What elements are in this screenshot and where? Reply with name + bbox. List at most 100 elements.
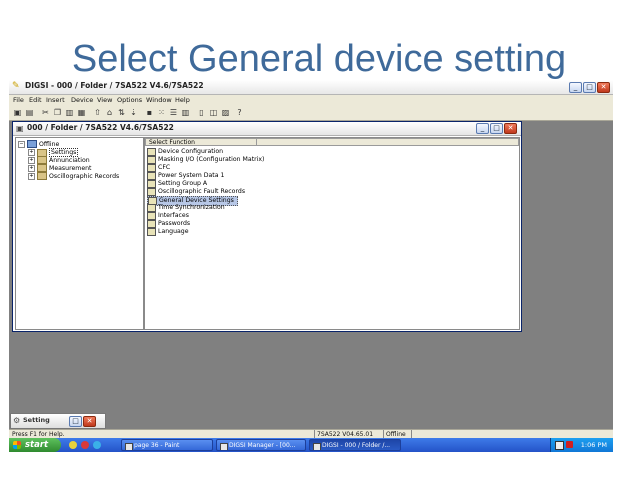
device-window-title-bar: ▣ 000 / Folder / 7SA522 V4.6/7SA522 _ □ …	[13, 122, 521, 136]
child-close-button[interactable]: ✕	[504, 123, 517, 134]
network-icon[interactable]	[555, 441, 564, 450]
expand-icon[interactable]: +	[28, 164, 35, 172]
digsi-app-icon: ✎	[12, 81, 20, 91]
interfaces-icon	[147, 212, 156, 220]
tree-item-annunciation[interactable]: + Annunciation	[28, 156, 90, 164]
measurement-icon	[37, 164, 47, 172]
menu-window[interactable]: Window	[146, 96, 172, 104]
save-icon[interactable]: ▣	[13, 108, 22, 117]
maximize-button[interactable]: □	[583, 82, 596, 93]
clock-icon	[147, 204, 156, 212]
tree-item-offline[interactable]: − Offline	[18, 140, 59, 148]
details-icon[interactable]: ▥	[181, 108, 190, 117]
digsi-screenshot: ✎ DIGSI - 000 / Folder / 7SA522 V4.6/7SA…	[9, 80, 613, 452]
function-item[interactable]: CFC	[147, 164, 170, 172]
cut-icon[interactable]: ✂	[41, 108, 50, 117]
menu-view[interactable]: View	[97, 96, 112, 104]
online-icon[interactable]: ◫	[209, 108, 218, 117]
cfc-icon	[147, 164, 156, 172]
list-icon[interactable]: ☰	[169, 108, 178, 117]
function-item[interactable]: Setting Group A	[147, 180, 207, 188]
device-window-title: 000 / Folder / 7SA522 V4.6/7SA522	[27, 123, 174, 132]
filter-icon[interactable]: ⇣	[129, 108, 138, 117]
status-divider	[383, 430, 384, 438]
menu-insert[interactable]: Insert	[46, 96, 65, 104]
function-item[interactable]: Device Configuration	[147, 148, 223, 156]
key-icon	[147, 220, 156, 228]
collapse-icon[interactable]: −	[18, 140, 25, 148]
mini-restore-button[interactable]: □	[69, 416, 82, 427]
status-divider	[314, 430, 315, 438]
function-item[interactable]: Power System Data 1	[147, 172, 224, 180]
function-list: Select Function Device Configuration Mas…	[144, 137, 520, 330]
windows-logo-icon	[13, 441, 21, 449]
child-minimize-button[interactable]: _	[476, 123, 489, 134]
function-item[interactable]: Passwords	[147, 220, 190, 228]
device-icon[interactable]: ▯	[197, 108, 206, 117]
app-title: DIGSI - 000 / Folder / 7SA522 V4.6/7SA52…	[25, 81, 204, 90]
device-window: ▣ 000 / Folder / 7SA522 V4.6/7SA522 _ □ …	[12, 121, 522, 332]
digsi-icon	[313, 443, 321, 450]
language-icon	[147, 228, 156, 236]
minimized-setting-window[interactable]: ⚙ Setting □ ✕	[10, 413, 106, 429]
expand-icon[interactable]: +	[28, 172, 35, 180]
large-icons-icon[interactable]: ▪	[145, 108, 154, 117]
menu-bar: File Edit Insert Device View Options Win…	[9, 95, 613, 106]
slide-title: Select General device setting	[71, 38, 567, 80]
taskbar: start page 36 - Paint DIGSI Manager - [0…	[9, 438, 613, 452]
device-configuration-icon	[147, 148, 156, 156]
function-column-header[interactable]: Select Function	[145, 138, 257, 146]
navigation-tree: − Offline + Settings + Annunciation + Me…	[15, 137, 144, 330]
tree-item-measurement[interactable]: + Measurement	[28, 164, 91, 172]
quicklaunch-desktop-icon[interactable]	[93, 441, 101, 449]
help-pointer-icon[interactable]: ?	[235, 108, 244, 117]
function-item[interactable]: Oscillographic Fault Records	[147, 188, 245, 196]
small-icons-icon[interactable]: ⁙	[157, 108, 166, 117]
function-item[interactable]: Interfaces	[147, 212, 189, 220]
oscillographic-records-icon	[37, 172, 47, 180]
device-icon	[27, 140, 37, 148]
menu-edit[interactable]: Edit	[29, 96, 42, 104]
antivirus-icon[interactable]	[566, 441, 573, 448]
child-maximize-button[interactable]: □	[490, 123, 503, 134]
properties-icon[interactable]: ▦	[77, 108, 86, 117]
setting-group-icon	[147, 180, 156, 188]
tool-icon[interactable]: ⌂	[105, 108, 114, 117]
copy-icon[interactable]: ❐	[53, 108, 62, 117]
menu-options[interactable]: Options	[117, 96, 142, 104]
system-tray: 1:06 PM	[550, 438, 613, 452]
digsi-icon	[220, 443, 228, 450]
function-item[interactable]: Masking I/O (Configuration Matrix)	[147, 156, 264, 164]
quicklaunch-ie-icon[interactable]	[69, 441, 77, 449]
quicklaunch-media-icon[interactable]	[81, 441, 89, 449]
toolbar: ▣ ▤ ✂ ❐ ▥ ▦ ⇧ ⌂ ⇅ ⇣ ▪ ⁙ ☰ ▥ ▯ ◫ ▨ ?	[9, 106, 613, 121]
fault-records-icon	[147, 188, 156, 196]
function-item[interactable]: Language	[147, 228, 189, 236]
expand-icon[interactable]: +	[28, 156, 35, 164]
minimize-button[interactable]: _	[569, 82, 582, 93]
function-header-filler	[257, 138, 519, 146]
task-paint[interactable]: page 36 - Paint	[121, 439, 213, 451]
annunciation-icon	[37, 156, 47, 164]
clock: 1:06 PM	[580, 441, 607, 449]
power-system-icon	[147, 172, 156, 180]
menu-device[interactable]: Device	[71, 96, 93, 104]
tree-item-oscillographic-records[interactable]: + Oscillographic Records	[28, 172, 119, 180]
paint-icon	[125, 443, 133, 450]
function-item[interactable]: Time Synchronization	[147, 204, 225, 212]
expand-icon[interactable]: +	[28, 149, 35, 156]
matrix-icon	[147, 156, 156, 164]
task-digsi-manager[interactable]: DIGSI Manager - [00...	[216, 439, 306, 451]
mini-close-button[interactable]: ✕	[83, 416, 96, 427]
start-button[interactable]: start	[9, 438, 61, 452]
menu-file[interactable]: File	[13, 96, 24, 104]
up-icon[interactable]: ⇧	[93, 108, 102, 117]
paste-icon[interactable]: ▥	[65, 108, 74, 117]
report-icon[interactable]: ▨	[221, 108, 230, 117]
menu-help[interactable]: Help	[175, 96, 190, 104]
status-divider	[411, 430, 412, 438]
sort-icon[interactable]: ⇅	[117, 108, 126, 117]
task-digsi-folder[interactable]: DIGSI - 000 / Folder /...	[309, 439, 401, 451]
close-button[interactable]: ✕	[597, 82, 610, 93]
print-icon[interactable]: ▤	[25, 108, 34, 117]
